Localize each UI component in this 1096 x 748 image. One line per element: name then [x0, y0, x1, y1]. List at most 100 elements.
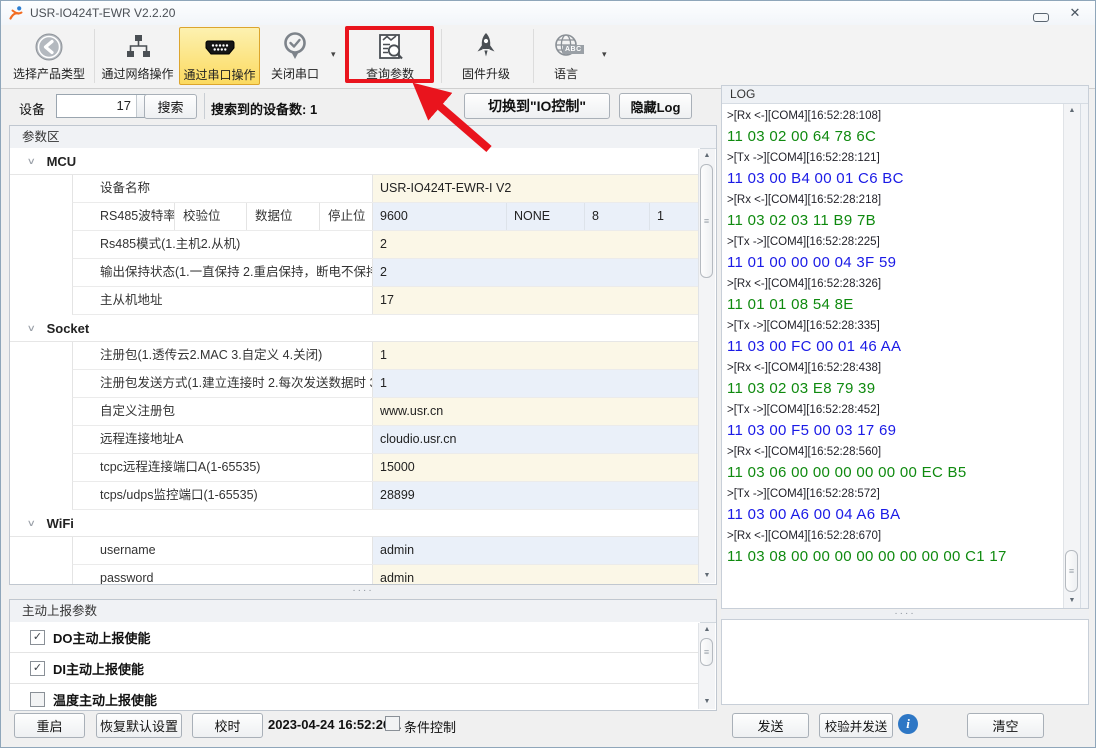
param-row: 主从机地址 17 — [72, 287, 700, 315]
log-hex: 11 01 00 00 00 04 3F 59 — [727, 251, 1062, 275]
param-value-input[interactable]: USR-IO424T-EWR-I V2 — [373, 175, 700, 202]
send-input[interactable] — [721, 619, 1089, 705]
param-label: Rs485模式(1.主机2.从机) — [73, 231, 373, 258]
tree-expanded-icon[interactable]: ∨ — [27, 156, 36, 167]
scroll-down-icon[interactable]: ▼ — [699, 695, 715, 709]
checkbox-di-report[interactable]: ✓ — [30, 661, 45, 676]
param-value-input[interactable]: 2 — [373, 259, 700, 286]
scroll-up-icon[interactable]: ▲ — [1064, 104, 1080, 118]
horizontal-splitter-right[interactable]: ···· — [721, 610, 1089, 619]
app-logo-icon — [8, 5, 24, 21]
toolbar-button-label: 通过网络操作 — [101, 67, 173, 81]
log-hex: 11 03 00 FC 00 01 46 AA — [727, 335, 1062, 359]
close-button[interactable]: ✕ — [1066, 4, 1084, 22]
param-area-group: 参数区 ∨ MCU 设备名称 USR-IO424T-EWR-I V2 RS485… — [9, 125, 717, 585]
section-socket-header[interactable]: ∨ Socket — [10, 315, 700, 342]
chevron-down-icon[interactable]: ▾ — [331, 49, 336, 60]
log-meta: >[Rx <-][COM4][16:52:28:108] — [727, 107, 1062, 125]
report-item-label: 温度主动上报使能 — [53, 690, 157, 709]
param-value-input[interactable]: 1 — [373, 342, 700, 369]
log-hex: 11 03 00 B4 00 01 C6 BC — [727, 167, 1062, 191]
condition-control-checkbox[interactable] — [385, 716, 400, 731]
param-value-input[interactable]: www.usr.cn — [373, 398, 700, 425]
log-scrollbar[interactable]: ▲ ≡ ▼ — [1063, 104, 1080, 608]
search-button[interactable]: 搜索 — [144, 94, 197, 119]
toolbar-separator — [441, 29, 442, 83]
scroll-thumb[interactable]: ≡ — [1065, 550, 1078, 592]
scroll-down-icon[interactable]: ▼ — [699, 569, 715, 583]
send-button[interactable]: 发送 — [732, 713, 809, 738]
section-wifi-header[interactable]: ∨ WiFi — [10, 510, 700, 537]
param-row: 远程连接地址A cloudio.usr.cn — [72, 426, 700, 454]
timestamp-text: 2023-04-24 16:52:26 1 — [268, 717, 401, 732]
log-hex: 11 03 00 A6 00 04 A6 BA — [727, 503, 1062, 527]
section-mcu-header[interactable]: ∨ MCU — [10, 148, 700, 175]
log-meta: >[Rx <-][COM4][16:52:28:560] — [727, 443, 1062, 461]
network-icon — [123, 27, 153, 67]
toolbar-button-network-operate[interactable]: 通过网络操作 — [97, 27, 178, 85]
param-label: 设备名称 — [73, 175, 373, 202]
param-label: 输出保持状态(1.一直保持 2.重启保持，断电不保持 3.不 — [73, 259, 373, 286]
clear-button[interactable]: 清空 — [967, 713, 1044, 738]
report-scrollbar[interactable]: ▲ ≡ ▼ — [698, 623, 715, 709]
toolbar-button-firmware-upgrade[interactable]: 固件升级 — [447, 27, 525, 85]
check-icon: ✓ — [33, 631, 42, 643]
scroll-thumb[interactable]: ≡ — [700, 164, 713, 278]
toolbar-button-language[interactable]: ABC 语言 — [539, 27, 593, 85]
splitter-dots-icon: ···· — [894, 608, 915, 619]
param-value-input[interactable]: 1 — [373, 370, 700, 397]
param-row: 注册包发送方式(1.建立连接时 2.每次发送数据时 3.都发 1 — [72, 370, 700, 398]
param-scrollbar[interactable]: ▲ ≡ ▼ — [698, 149, 715, 583]
time-sync-button[interactable]: 校时 — [192, 713, 263, 738]
log-messages: >[Rx <-][COM4][16:52:28:108] 11 03 02 00… — [727, 107, 1062, 608]
restart-button[interactable]: 重启 — [14, 713, 85, 738]
horizontal-splitter-left[interactable]: ···· — [9, 586, 717, 598]
report-row: ✓ DO主动上报使能 — [10, 622, 700, 653]
toolbar-button-close-serial[interactable]: 关闭串口 — [263, 27, 327, 85]
param-value-input[interactable]: 1 — [650, 203, 700, 230]
checkbox-temp-report[interactable] — [30, 692, 45, 707]
param-value-input[interactable]: admin — [373, 565, 700, 584]
tree-expanded-icon[interactable]: ∨ — [27, 323, 36, 334]
log-hex: 11 03 02 03 E8 79 39 — [727, 377, 1062, 401]
scroll-thumb[interactable]: ≡ — [700, 638, 713, 666]
checkbox-do-report[interactable]: ✓ — [30, 630, 45, 645]
log-title: LOG — [722, 86, 1088, 104]
log-group: LOG >[Rx <-][COM4][16:52:28:108] 11 03 0… — [721, 85, 1089, 609]
scroll-up-icon[interactable]: ▲ — [699, 623, 715, 637]
restore-defaults-button[interactable]: 恢复默认设置 — [96, 713, 182, 738]
toolbar-button-select-product[interactable]: 选择产品类型 — [6, 27, 92, 85]
tree-expanded-icon[interactable]: ∨ — [27, 518, 36, 529]
device-value[interactable]: 17 — [57, 95, 135, 117]
rocket-icon — [471, 27, 501, 67]
chevron-down-icon[interactable]: ▾ — [602, 49, 607, 60]
toolbar-button-serial-operate[interactable]: 通过串口操作 — [179, 27, 260, 85]
scroll-down-icon[interactable]: ▼ — [1064, 594, 1080, 608]
abc-badge: ABC — [563, 45, 584, 54]
param-label: 自定义注册包 — [73, 398, 373, 425]
minimize-button[interactable] — [1033, 13, 1049, 22]
log-hex: 11 03 08 00 00 00 00 00 00 00 00 C1 17 — [727, 545, 1062, 569]
switch-io-button[interactable]: 切换到"IO控制" — [464, 93, 610, 119]
verify-send-button[interactable]: 校验并发送 — [819, 713, 893, 738]
param-value-input[interactable]: 15000 — [373, 454, 700, 481]
param-value-input[interactable]: 28899 — [373, 482, 700, 509]
param-row: password admin — [72, 565, 700, 584]
param-label: 主从机地址 — [73, 287, 373, 314]
param-value-input[interactable]: 8 — [585, 203, 650, 230]
param-label: 远程连接地址A — [73, 426, 373, 453]
report-item-label: DO主动上报使能 — [53, 628, 151, 647]
param-value-input[interactable]: 2 — [373, 231, 700, 258]
param-value-input[interactable]: 9600 — [373, 203, 507, 230]
param-value-input[interactable]: cloudio.usr.cn — [373, 426, 700, 453]
param-label: 校验位 — [175, 203, 247, 230]
hide-log-button[interactable]: 隐藏Log — [619, 93, 692, 119]
param-value-input[interactable]: admin — [373, 537, 700, 564]
param-value-input[interactable]: 17 — [373, 287, 700, 314]
scroll-up-icon[interactable]: ▲ — [699, 149, 715, 163]
param-table: ∨ MCU 设备名称 USR-IO424T-EWR-I V2 RS485波特率 … — [10, 148, 700, 584]
param-row: tcpc远程连接端口A(1-65535) 15000 — [72, 454, 700, 482]
param-value-input[interactable]: NONE — [507, 203, 585, 230]
toolbar-separator — [94, 29, 95, 83]
info-icon[interactable]: i — [898, 714, 918, 734]
